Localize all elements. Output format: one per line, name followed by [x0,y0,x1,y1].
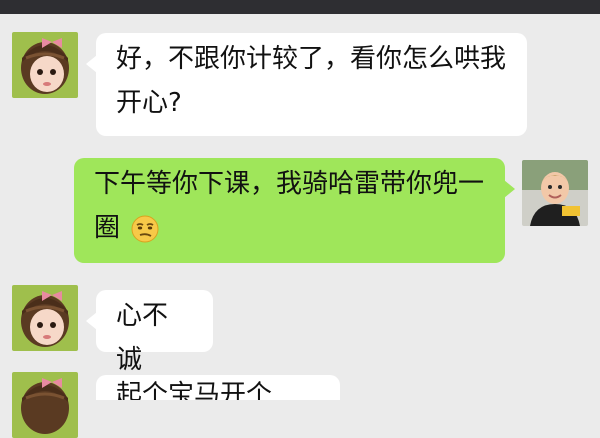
girl-avatar[interactable] [12,372,78,438]
message-text-line: 好，不跟你计较了，看你怎么哄我 [116,44,507,74]
message-text-line: 圈 [94,213,121,243]
message-text-line: 心不诚 [116,301,169,375]
message-text-line: 起个宝马开个啊！ [116,380,273,400]
top-status-bar [0,0,600,14]
message-bubble-incoming[interactable]: 心不诚 [86,290,213,375]
bubble-tail [86,55,97,73]
girl-avatar[interactable] [12,32,78,98]
bubble-tail [504,180,515,198]
bubble-tail [96,385,97,400]
message-text-line: 开心? [116,88,182,118]
boy-avatar[interactable] [522,160,588,226]
smirk-emoji-icon [130,214,160,258]
girl-avatar[interactable] [12,285,78,351]
bubble-tail [86,312,97,330]
message-text-line: 下午等你下课，我骑哈雷带你兜一 [94,169,485,199]
message-bubble-incoming[interactable]: 好，不跟你计较了，看你怎么哄我 开心? [86,33,527,136]
message-bubble-outgoing[interactable]: 下午等你下课，我骑哈雷带你兜一 圈 [74,158,515,263]
message-bubble-incoming[interactable]: 起个宝马开个啊！ [96,375,340,400]
